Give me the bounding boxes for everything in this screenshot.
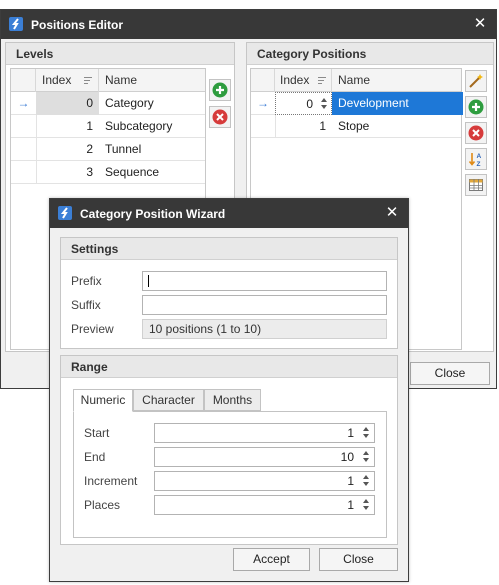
row-indicator-arrow-icon: → <box>257 96 269 110</box>
app-icon <box>9 17 23 31</box>
row-indicator-arrow-icon: → <box>17 96 30 110</box>
delete-level-button[interactable] <box>209 106 231 128</box>
end-label: End <box>84 450 106 464</box>
app-icon <box>58 206 72 220</box>
table-grid-icon <box>469 179 483 191</box>
range-group-title: Range <box>61 356 397 378</box>
suffix-input[interactable] <box>142 295 387 315</box>
delete-icon <box>468 125 484 141</box>
spinner-arrows-icon[interactable] <box>362 474 370 486</box>
increment-spinner[interactable]: 1 <box>154 471 375 491</box>
tab-numeric[interactable]: Numeric <box>73 389 133 412</box>
places-label: Places <box>84 498 121 512</box>
places-spinner[interactable]: 1 <box>154 495 375 515</box>
magic-wand-icon <box>469 74 483 88</box>
tab-character[interactable]: Character <box>133 389 204 411</box>
levels-row[interactable]: → 0 Category <box>11 92 205 115</box>
table-button[interactable] <box>465 174 487 196</box>
end-value: 10 <box>340 450 354 464</box>
svg-text:Z: Z <box>477 161 481 167</box>
places-value: 1 <box>347 498 354 512</box>
levels-row[interactable]: 2 Tunnel <box>11 138 205 161</box>
category-cell-index[interactable]: 1 <box>275 115 332 138</box>
sort-az-icon: AZ <box>468 153 482 167</box>
levels-cell-index[interactable]: 2 <box>36 138 99 161</box>
spinner-arrows-icon[interactable] <box>362 450 370 462</box>
levels-cell-name[interactable]: Category <box>99 92 207 115</box>
wizard-close-button[interactable]: Close <box>319 548 398 571</box>
svg-text:A: A <box>477 153 482 160</box>
delete-icon <box>212 109 228 125</box>
main-title: Positions Editor <box>31 18 124 32</box>
category-cell-name[interactable]: Development <box>332 92 463 115</box>
preview-field: 10 positions (1 to 10) <box>142 319 387 339</box>
levels-row[interactable]: 3 Sequence <box>11 161 205 184</box>
suffix-label: Suffix <box>71 298 101 312</box>
settings-group-title: Settings <box>61 238 397 260</box>
main-titlebar: Positions Editor ✕ <box>1 10 496 39</box>
increment-value: 1 <box>347 474 354 488</box>
category-cell-index: 0 <box>306 97 313 111</box>
main-close-icon[interactable]: ✕ <box>470 14 490 34</box>
levels-col-name-label: Name <box>105 73 138 87</box>
add-level-button[interactable] <box>209 79 231 101</box>
spinner-arrows-icon[interactable] <box>362 426 370 438</box>
levels-cell-index[interactable]: 3 <box>36 161 99 184</box>
start-value: 1 <box>347 426 354 440</box>
levels-cell-name[interactable]: Subcategory <box>99 115 207 138</box>
delete-position-button[interactable] <box>465 122 487 144</box>
wizard-titlebar: Category Position Wizard ✕ <box>50 199 408 228</box>
category-grid-header: Index Name <box>251 69 461 92</box>
range-group: Range Numeric Character Months Start 1 E… <box>60 355 398 545</box>
category-row[interactable]: → 0 Development <box>251 92 463 115</box>
category-col-index[interactable]: Index <box>275 69 332 92</box>
prefix-input[interactable] <box>142 271 387 291</box>
end-spinner[interactable]: 10 <box>154 447 375 467</box>
category-positions-title: Category Positions <box>247 43 493 65</box>
wizard-title: Category Position Wizard <box>80 207 226 221</box>
category-row[interactable]: 1 Stope <box>251 115 461 138</box>
levels-cell-index[interactable]: 0 <box>36 92 99 115</box>
add-position-button[interactable] <box>465 96 487 118</box>
levels-indicator-header <box>11 69 36 92</box>
tab-months[interactable]: Months <box>204 389 261 411</box>
category-position-wizard-dialog: Category Position Wizard ✕ Settings Pref… <box>49 198 409 582</box>
add-icon <box>212 82 228 98</box>
category-col-index-label: Index <box>280 73 310 87</box>
increment-label: Increment <box>84 474 138 488</box>
category-col-name[interactable]: Name <box>332 69 463 92</box>
sort-icon <box>318 77 326 85</box>
category-indicator-header <box>251 69 275 92</box>
start-spinner[interactable]: 1 <box>154 423 375 443</box>
levels-col-index-label: Index <box>42 73 72 87</box>
sort-az-button[interactable]: AZ <box>465 148 487 170</box>
levels-cell-name[interactable]: Sequence <box>99 161 207 184</box>
index-spinner-icon[interactable] <box>320 97 327 109</box>
levels-cell-index[interactable]: 1 <box>36 115 99 138</box>
start-label: Start <box>84 426 110 440</box>
settings-group: Settings Prefix Suffix Preview 10 positi… <box>60 237 398 349</box>
wizard-button[interactable] <box>465 70 487 92</box>
levels-cell-name[interactable]: Tunnel <box>99 138 207 161</box>
preview-label: Preview <box>71 322 114 336</box>
levels-group-title: Levels <box>6 43 234 65</box>
main-close-button[interactable]: Close <box>410 362 490 385</box>
category-cell-name[interactable]: Stope <box>332 115 463 138</box>
accept-button[interactable]: Accept <box>233 548 310 571</box>
numeric-tab-panel: Start 1 End 10 Increment 1 Places 1 <box>73 411 387 538</box>
levels-col-index[interactable]: Index <box>36 69 99 92</box>
text-caret <box>148 275 149 287</box>
levels-grid-header: Index Name <box>11 69 205 92</box>
add-icon <box>468 99 484 115</box>
sort-icon <box>84 77 92 85</box>
preview-value: 10 positions (1 to 10) <box>149 322 262 336</box>
wizard-close-icon[interactable]: ✕ <box>382 203 402 223</box>
category-index-editor[interactable]: 0 <box>275 92 332 115</box>
prefix-label: Prefix <box>71 274 102 288</box>
levels-col-name[interactable]: Name <box>99 69 207 92</box>
category-col-name-label: Name <box>338 73 371 87</box>
levels-row[interactable]: 1 Subcategory <box>11 115 205 138</box>
spinner-arrows-icon[interactable] <box>362 498 370 510</box>
